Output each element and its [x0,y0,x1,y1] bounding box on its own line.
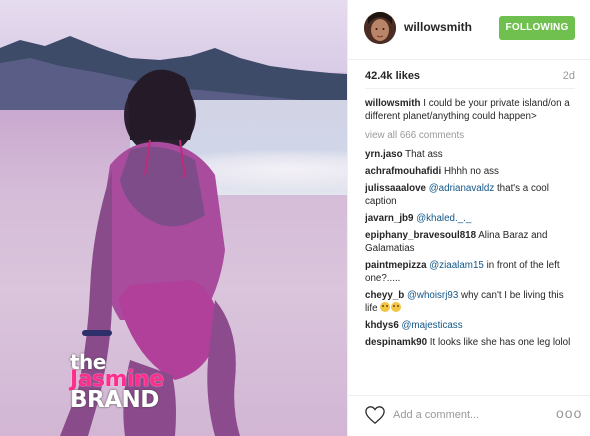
view-all-comments-link[interactable]: view all 666 comments [365,129,577,142]
comment-mention[interactable]: @adrianavaldz [426,183,495,194]
comment-username[interactable]: achrafmouhafidi [365,166,441,177]
more-options-button[interactable]: ooo [556,406,581,420]
emoji-icon [391,302,402,312]
comment-username[interactable]: javarn_jb9 [365,213,413,224]
comment-text: Hhhh no ass [441,166,499,177]
comment: epiphany_bravesoul818 Alina Baraz and Ga… [365,229,577,255]
comment: cheyy_b @whoisrj93 why can't I be living… [365,289,577,315]
caption-username[interactable]: willowsmith [365,98,421,109]
comment: julissaaalove @adrianavaldz that's a coo… [365,182,577,208]
comment-username[interactable]: paintmepizza [365,260,427,271]
likes-count[interactable]: 42.4k likes [365,70,420,82]
comment-text: It looks like she has one leg lolol [427,337,571,348]
post-details-panel: willowsmith FOLLOWING 42.4k likes 2d wil… [347,0,590,436]
comment-username[interactable]: despinamk90 [365,337,427,348]
comment: khdys6 @majesticass [365,319,577,332]
header-username[interactable]: willowsmith [404,20,472,34]
comment: yrn.jaso That ass [365,148,577,161]
avatar[interactable] [364,12,396,44]
following-button[interactable]: FOLLOWING [499,16,575,40]
comment-mention[interactable]: @ziaalam15 [427,260,484,271]
comment-username[interactable]: yrn.jaso [365,149,403,160]
comment: despinamk90 It looks like she has one le… [365,336,577,349]
post-header: willowsmith FOLLOWING [348,0,590,60]
comment: achrafmouhafidi Hhhh no ass [365,165,577,178]
watermark: the Jasmine BRAND [70,352,170,412]
comment: paintmepizza @ziaalam15 in front of the … [365,259,577,285]
heart-icon[interactable] [364,405,386,425]
comments-list: willowsmith I could be your private isla… [365,97,577,395]
add-comment-input[interactable]: Add a comment... [393,409,479,421]
comment-text: That ass [402,149,443,160]
watermark-line-3: BRAND [70,387,159,413]
post-meta: 42.4k likes 2d [365,70,575,86]
comment-mention[interactable]: @whoisrj93 [404,290,458,301]
comment: javarn_jb9 @khaled._._ [365,212,577,225]
comment-username[interactable]: julissaaalove [365,183,426,194]
comment-mention[interactable]: @khaled._._ [413,213,471,224]
avatar-image [364,12,396,44]
post-time[interactable]: 2d [563,70,575,82]
caption: willowsmith I could be your private isla… [365,97,577,123]
comment-mention[interactable]: @majesticass [399,320,462,331]
post-photo[interactable]: the Jasmine BRAND [0,0,347,436]
divider [365,88,575,89]
emoji-icon [380,302,391,312]
comment-username[interactable]: khdys6 [365,320,399,331]
comment-username[interactable]: epiphany_bravesoul818 [365,230,476,241]
photo-person [60,69,240,436]
comment-username[interactable]: cheyy_b [365,290,404,301]
post-footer: Add a comment... ooo [348,395,590,436]
